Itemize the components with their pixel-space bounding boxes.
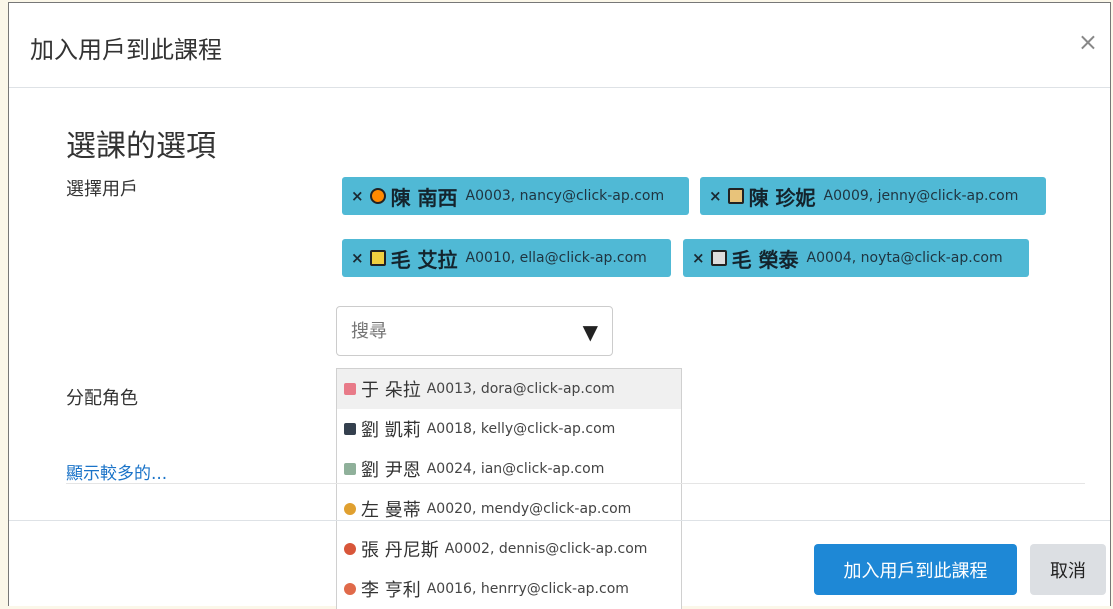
option-meta: A0024, ian@click-ap.com <box>426 461 605 477</box>
avatar <box>369 250 386 266</box>
option-name: 張 丹尼斯 <box>361 540 439 561</box>
chip-meta: A0004, noyta@click-ap.com <box>806 250 1003 266</box>
chip-name: 陳 珍妮 <box>748 185 816 210</box>
search-input[interactable] <box>351 319 551 343</box>
select-users-label: 選擇用戶 <box>66 179 138 200</box>
remove-icon[interactable]: × <box>351 187 364 205</box>
option-meta: A0013, dora@click-ap.com <box>426 381 615 397</box>
user-option[interactable]: 劉 凱莉 A0018, kelly@click-ap.com <box>337 409 681 449</box>
modal-title: 加入用戶到此課程 <box>30 36 222 64</box>
close-icon[interactable]: × <box>1078 30 1098 54</box>
chip-name: 陳 南西 <box>390 185 458 210</box>
avatar <box>710 250 727 266</box>
user-search-select[interactable]: ▼ <box>336 306 613 356</box>
divider <box>66 483 1085 484</box>
assign-role-label: 分配角色 <box>66 388 138 409</box>
avatar <box>344 463 356 475</box>
option-name: 李 亨利 <box>361 580 421 601</box>
remove-icon[interactable]: × <box>692 249 705 267</box>
user-options-list: 于 朵拉 A0013, dora@click-ap.com 劉 凱莉 A0018… <box>336 368 682 609</box>
remove-icon[interactable]: × <box>709 187 722 205</box>
chip-name: 毛 榮泰 <box>731 247 799 272</box>
selected-user-chip[interactable]: × 毛 榮泰 A0004, noyta@click-ap.com <box>683 239 1029 277</box>
modal-header: 加入用戶到此課程 × <box>9 3 1110 88</box>
remove-icon[interactable]: × <box>351 249 364 267</box>
selected-user-chip[interactable]: × 陳 珍妮 A0009, jenny@click-ap.com <box>700 177 1046 215</box>
cancel-button[interactable]: 取消 <box>1030 544 1106 595</box>
chip-meta: A0009, jenny@click-ap.com <box>823 188 1019 204</box>
option-meta: A0002, dennis@click-ap.com <box>444 541 648 557</box>
user-option[interactable]: 李 亨利 A0016, henrry@click-ap.com <box>337 569 681 609</box>
dropdown-arrow-icon[interactable]: ▼ <box>583 320 598 344</box>
selected-user-chip[interactable]: × 陳 南西 A0003, nancy@click-ap.com <box>342 177 689 215</box>
avatar <box>344 583 356 595</box>
section-title: 選課的選項 <box>66 129 216 164</box>
chip-meta: A0003, nancy@click-ap.com <box>465 188 665 204</box>
user-option[interactable]: 張 丹尼斯 A0002, dennis@click-ap.com <box>337 529 681 569</box>
chip-meta: A0010, ella@click-ap.com <box>465 250 647 266</box>
show-more-link[interactable]: 顯示較多的... <box>66 459 167 484</box>
footer-divider <box>9 520 1110 521</box>
avatar <box>727 188 744 204</box>
user-option[interactable]: 左 曼蒂 A0020, mendy@click-ap.com <box>337 489 681 529</box>
option-name: 于 朵拉 <box>361 380 421 401</box>
user-option[interactable]: 于 朵拉 A0013, dora@click-ap.com <box>337 369 681 409</box>
enrol-users-button[interactable]: 加入用戶到此課程 <box>814 544 1017 595</box>
option-meta: A0016, henrry@click-ap.com <box>426 581 629 597</box>
option-name: 劉 凱莉 <box>361 420 421 441</box>
avatar <box>344 423 356 435</box>
selected-user-chip[interactable]: × 毛 艾拉 A0010, ella@click-ap.com <box>342 239 671 277</box>
option-name: 劉 尹恩 <box>361 460 421 481</box>
avatar <box>344 383 356 395</box>
avatar <box>369 188 386 204</box>
option-meta: A0018, kelly@click-ap.com <box>426 421 616 437</box>
enrol-users-modal: 加入用戶到此課程 × 選課的選項 選擇用戶 分配角色 × 陳 南西 A0003,… <box>8 2 1111 609</box>
avatar <box>344 503 356 515</box>
avatar <box>344 543 356 555</box>
option-meta: A0020, mendy@click-ap.com <box>426 501 632 517</box>
option-name: 左 曼蒂 <box>361 500 421 521</box>
chip-name: 毛 艾拉 <box>390 247 458 272</box>
